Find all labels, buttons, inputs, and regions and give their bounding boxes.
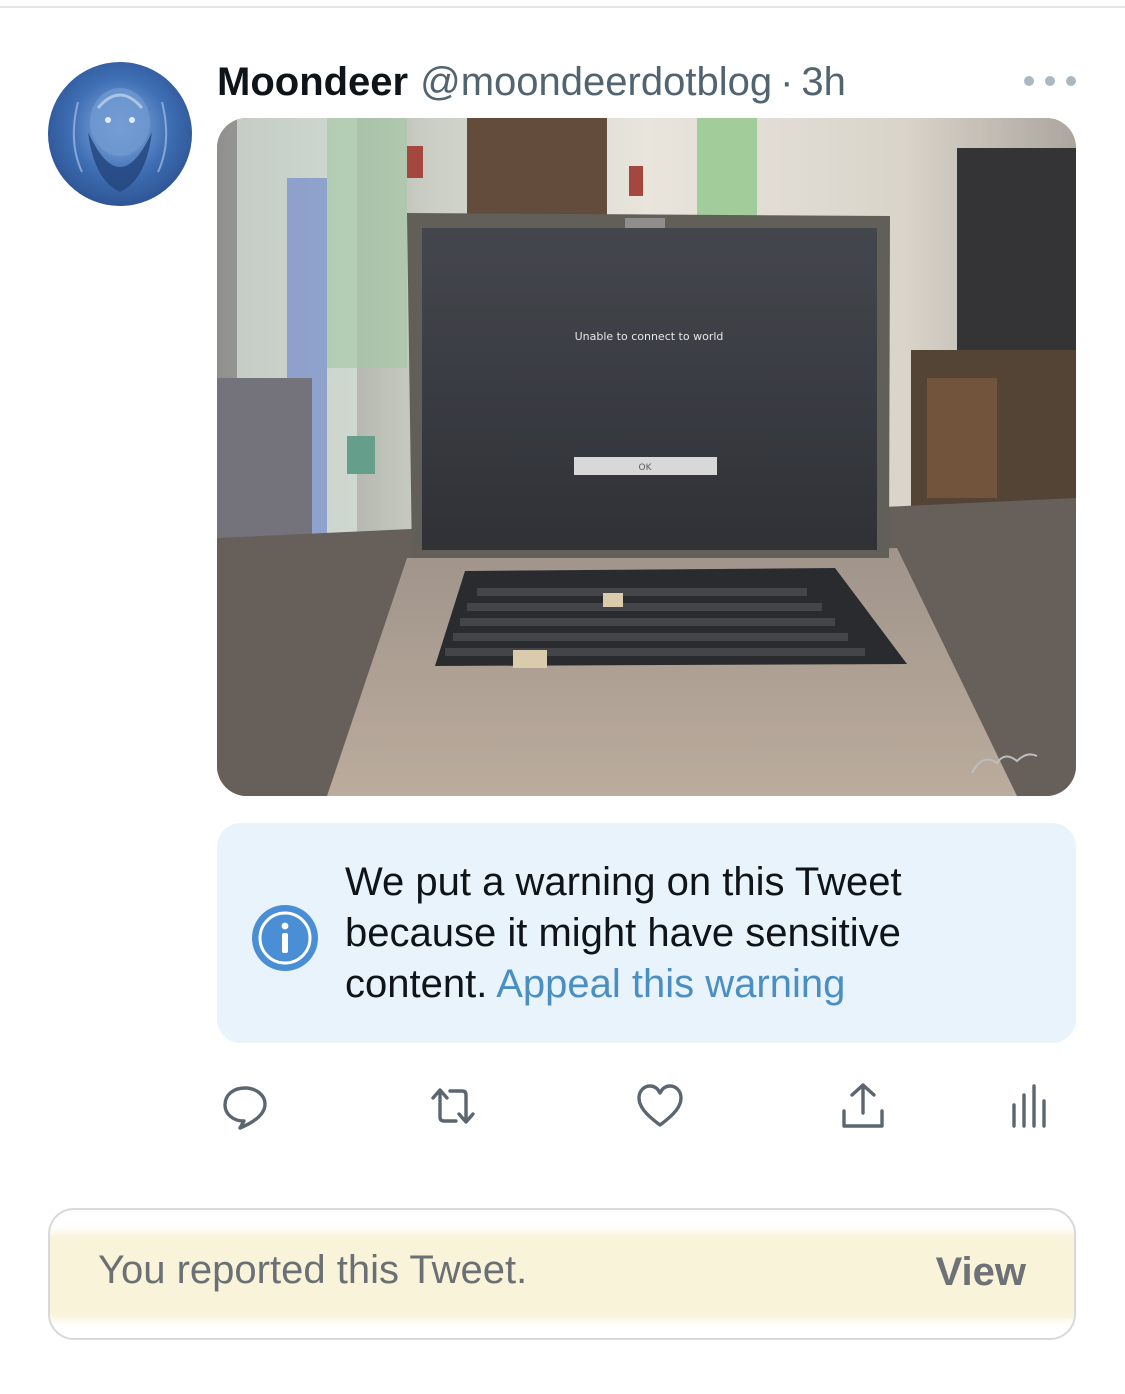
like-button[interactable] (632, 1078, 688, 1134)
heart-icon (637, 1084, 683, 1127)
top-divider (0, 6, 1125, 8)
tweet-action-bar (217, 1078, 1076, 1138)
user-handle[interactable]: @moondeerdotblog (420, 60, 772, 105)
tweet-page: Moondeer @moondeerdotblog · 3h Unable to… (0, 0, 1125, 1394)
appeal-warning-link[interactable]: Appeal this warning (496, 962, 845, 1006)
share-button[interactable] (835, 1078, 891, 1134)
retweet-icon (431, 1088, 475, 1124)
tweet-timestamp[interactable]: 3h (801, 60, 846, 105)
header-separator: · (780, 59, 794, 104)
display-name[interactable]: Moondeer (217, 60, 408, 105)
report-notice: You reported this Tweet. View (48, 1208, 1076, 1340)
share-icon (842, 1083, 884, 1128)
retweet-button[interactable] (425, 1078, 481, 1134)
report-notice-text: You reported this Tweet. (98, 1248, 528, 1292)
info-icon (252, 905, 318, 971)
sensitive-content-warning: We put a warning on this Tweet because i… (217, 823, 1076, 1043)
avatar[interactable] (48, 62, 192, 206)
reply-button[interactable] (217, 1078, 273, 1134)
avatar-image (72, 88, 168, 192)
analytics-button[interactable] (1000, 1078, 1056, 1134)
tweet-media-image[interactable]: Unable to connect to world OK (217, 118, 1076, 796)
warning-text: We put a warning on this Tweet because i… (345, 857, 1045, 1010)
reply-icon (223, 1086, 267, 1130)
laptop-photo: Unable to connect to world OK (217, 118, 1076, 796)
tweet-header: Moondeer @moondeerdotblog · 3h (217, 54, 846, 110)
analytics-icon (1012, 1084, 1046, 1128)
more-horizontal-icon[interactable] (1024, 66, 1076, 96)
view-report-button[interactable]: View (936, 1250, 1026, 1295)
